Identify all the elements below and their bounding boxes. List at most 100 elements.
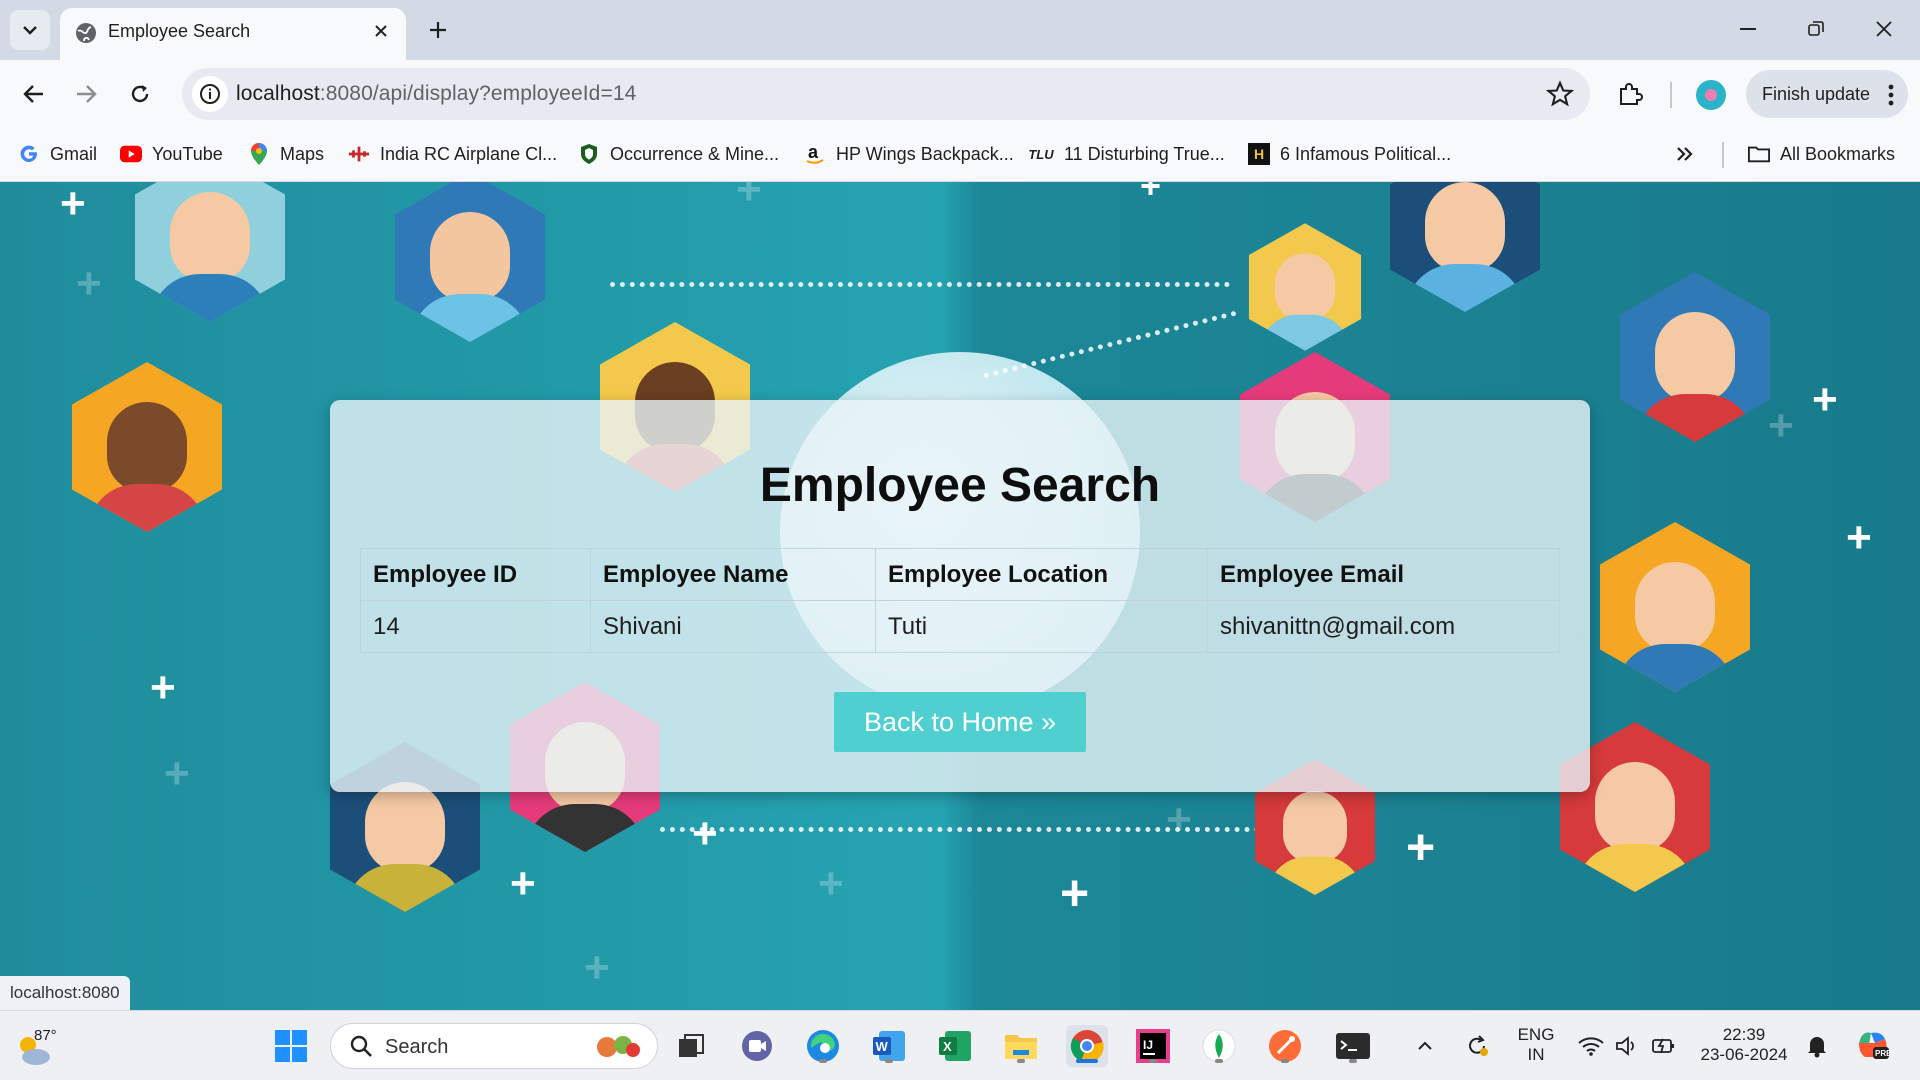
history-icon: H [1248,143,1270,165]
bookmark-star-icon[interactable] [1546,80,1574,108]
finish-update-label: Finish update [1762,83,1871,104]
clock-date: 23-06-2024 [1700,1045,1788,1064]
airplane-icon [348,143,370,165]
teams-chat-icon[interactable] [736,1025,778,1067]
intellij-idea-icon[interactable]: IJ [1132,1025,1174,1067]
employee-table: Employee ID Employee Name Employee Locat… [360,548,1560,653]
bookmark-disturbing-true[interactable]: TLU 11 Disturbing True... [1028,140,1224,168]
onedrive-sync-icon[interactable] [1460,1025,1494,1067]
forward-arrow-icon[interactable] [64,72,108,116]
plus-decoration: + [76,259,102,308]
amazon-icon: a [804,143,826,165]
table-header-row: Employee ID Employee Name Employee Locat… [360,548,1560,601]
new-tab-plus-icon[interactable] [420,12,456,48]
edge-browser-icon[interactable] [802,1025,844,1067]
word-icon[interactable]: W [868,1025,910,1067]
column-header-employee-location: Employee Location [875,548,1208,601]
all-bookmarks-button[interactable]: All Bookmarks [1748,140,1895,168]
taskbar-search-box[interactable]: Search [330,1023,658,1069]
bookmark-infamous-political[interactable]: H 6 Infamous Political... [1248,140,1451,168]
column-header-employee-name: Employee Name [590,548,876,601]
bookmark-label: HP Wings Backpack... [836,143,1014,164]
bookmark-label: YouTube [152,143,223,164]
folder-icon [1748,143,1770,165]
bookmark-label: India RC Airplane Cl... [380,143,558,164]
employee-search-card: Employee Search Employee ID Employee Nam… [330,400,1590,792]
mongodb-compass-icon[interactable] [1198,1025,1240,1067]
excel-icon[interactable]: X [934,1025,976,1067]
profile-avatar[interactable] [1696,80,1726,110]
windows-taskbar: 87° Search W X IJ ENG IN 22:39 23-06-202… [0,1010,1920,1080]
terminal-icon[interactable] [1332,1025,1374,1067]
finish-update-button[interactable]: Finish update [1746,70,1908,118]
bookmark-occurrence-mine[interactable]: Occurrence & Mine... [578,140,779,168]
table-row: 14 Shivani Tuti shivanittn@gmail.com [360,600,1560,653]
plus-decoration: + [1768,401,1794,450]
avatar-illustration [395,182,545,342]
plus-decoration: + [1846,513,1872,562]
svg-text:PRE: PRE [1875,1049,1891,1058]
extensions-puzzle-icon[interactable] [1612,76,1648,112]
gmail-icon [18,143,40,165]
postman-icon[interactable] [1264,1025,1306,1067]
svg-text:IJ: IJ [1143,1038,1153,1052]
plus-decoration: + [818,859,844,908]
bookmark-label: Gmail [50,143,98,164]
avatar-illustration [135,182,285,322]
toolbar-divider [1670,82,1672,108]
avatar-illustration [1248,223,1362,351]
dotted-line [983,310,1237,379]
language-indicator[interactable]: ENG IN [1510,1025,1562,1065]
plus-decoration: + [150,663,176,712]
svg-text:X: X [943,1039,952,1054]
windows-start-icon[interactable] [270,1025,312,1067]
cell-employee-email: shivanittn@gmail.com [1207,600,1560,653]
window-close-icon[interactable] [1856,8,1912,50]
back-arrow-icon[interactable] [12,72,56,116]
site-info-icon[interactable] [192,76,228,112]
address-bar[interactable]: localhost:8080/api/display?employeeId=14 [182,68,1590,120]
bookmark-hp-wings-backpack[interactable]: a HP Wings Backpack... [804,140,1014,168]
minimize-icon[interactable] [1720,8,1776,50]
reload-icon[interactable] [118,72,162,116]
notification-bell-icon[interactable] [1800,1025,1834,1067]
restore-icon[interactable] [1788,8,1844,50]
tab-search-chevron-down-icon[interactable] [10,10,50,50]
taskbar-search-label: Search [385,1036,449,1058]
language-region: IN [1527,1045,1545,1064]
page-title: Employee Search [759,459,1161,512]
tab-close-icon[interactable] [366,16,396,46]
clock[interactable]: 22:39 23-06-2024 [1696,1025,1792,1065]
browser-toolbar: localhost:8080/api/display?employeeId=14… [0,60,1920,128]
column-header-employee-email: Employee Email [1207,548,1560,601]
volume-icon[interactable] [1612,1025,1642,1067]
url-path: :8080/api/display?employeeId=14 [319,82,637,105]
weather-widget[interactable]: 87° [12,1021,62,1071]
bookmark-india-rc-airplane[interactable]: India RC Airplane Cl... [348,140,557,168]
svg-text:a: a [808,143,819,162]
avatar-illustration [1620,272,1770,442]
wifi-icon[interactable] [1576,1025,1606,1067]
url-text[interactable]: localhost:8080/api/display?employeeId=14 [236,82,636,106]
plus-decoration: + [1406,819,1436,875]
battery-charging-icon[interactable] [1648,1025,1680,1067]
plus-decoration: + [1166,795,1192,844]
bookmark-gmail[interactable]: Gmail [18,140,97,168]
bookmark-label: 6 Infamous Political... [1280,143,1452,164]
file-explorer-icon[interactable] [1000,1025,1042,1067]
task-view-icon[interactable] [670,1025,712,1067]
copilot-icon[interactable]: PRE [1852,1025,1894,1067]
all-bookmarks-label: All Bookmarks [1780,143,1896,164]
bookmarks-overflow-chevron-icon[interactable] [1676,140,1694,168]
search-highlight-icon [597,1036,640,1057]
show-hidden-icons-chevron-up-icon[interactable] [1410,1025,1440,1067]
tab-employee-search[interactable]: Employee Search [60,8,406,60]
back-to-home-button[interactable]: Back to Home » [834,692,1086,752]
cell-employee-id: 14 [360,600,591,653]
clock-time: 22:39 [1722,1025,1766,1044]
bookmark-youtube[interactable]: YouTube [120,140,223,168]
plus-decoration: + [736,182,762,214]
chrome-icon[interactable] [1066,1025,1108,1067]
maps-icon [248,143,270,165]
bookmark-maps[interactable]: Maps [248,140,324,168]
